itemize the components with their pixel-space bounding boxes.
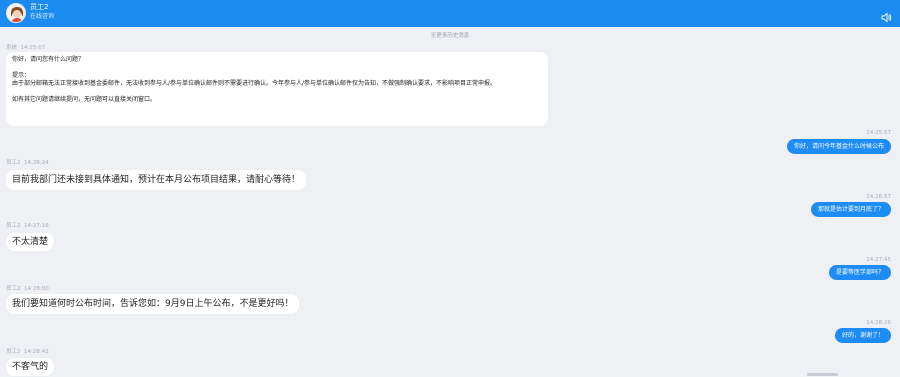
message-time: 14:26:57 bbox=[866, 194, 891, 200]
user-message: 你好，请问今年基金什么时候公布 bbox=[786, 139, 891, 154]
agent-status: 在线咨询 bbox=[30, 13, 55, 20]
message-meta: 员工2 14:28:00 bbox=[6, 286, 49, 293]
sender-name: 员工2 bbox=[6, 223, 21, 229]
agent-name: 员工2 bbox=[30, 3, 49, 11]
message-time: 14:28:26 bbox=[866, 320, 891, 326]
message-time: 14:27:45 bbox=[866, 257, 891, 263]
agent-message: 我们要知道何时公布时间，告诉您如：9月9日上午公布，不是更好吗！ bbox=[6, 294, 300, 314]
user-message: 是要等医学部吗？ bbox=[828, 265, 891, 280]
agent-message: 不太清楚 bbox=[6, 233, 55, 251]
user-message: 那就是估计要到月底了？ bbox=[810, 202, 891, 217]
sender-name: 系统 bbox=[6, 45, 18, 51]
message-time: 14:28:00 bbox=[24, 286, 49, 292]
welcome-message: 你好，请问您有什么问题？ 提示： 由于部分邮箱无法正常接收到基金委邮件，无法收到… bbox=[6, 52, 548, 126]
message-meta: 员工2 14:26:24 bbox=[6, 160, 49, 167]
message-time: 14:26:24 bbox=[24, 160, 49, 166]
scrollbar[interactable] bbox=[807, 373, 838, 376]
message-meta: 系统 14:25:07 bbox=[6, 45, 45, 52]
user-message: 好的，谢谢了！ bbox=[834, 328, 891, 343]
message-time: 14:25:07 bbox=[20, 45, 46, 51]
chat-header: 员工2 在线咨询 bbox=[0, 0, 900, 27]
message-time: 14:28:42 bbox=[24, 349, 49, 355]
speaker-icon[interactable] bbox=[881, 8, 892, 23]
message-meta: 员工2 14:28:42 bbox=[6, 349, 49, 356]
history-notice: 无更多历史消息 bbox=[430, 33, 470, 39]
message-time: 14:25:57 bbox=[866, 130, 891, 136]
sender-name: 员工2 bbox=[6, 349, 21, 355]
welcome-line: 由于部分邮箱无法正常接收到基金委邮件，无法收到参与人/参与单位确认邮件则不需要进… bbox=[12, 80, 497, 87]
agent-avatar bbox=[6, 3, 26, 23]
message-meta: 员工2 14:27:16 bbox=[6, 223, 49, 230]
agent-message: 目前我部门还未接到具体通知，预计在本月公布项目结果，请耐心等待！ bbox=[6, 170, 307, 190]
sender-name: 员工2 bbox=[6, 286, 21, 292]
welcome-line: 如有其它问题请继续提问，无问题可以直接关闭窗口。 bbox=[12, 96, 157, 103]
welcome-line: 你好，请问您有什么问题？ bbox=[12, 56, 85, 63]
welcome-line: 提示： bbox=[12, 72, 31, 79]
sender-name: 员工2 bbox=[6, 160, 21, 166]
agent-message: 不客气的 bbox=[6, 358, 55, 376]
message-time: 14:27:16 bbox=[24, 223, 49, 229]
